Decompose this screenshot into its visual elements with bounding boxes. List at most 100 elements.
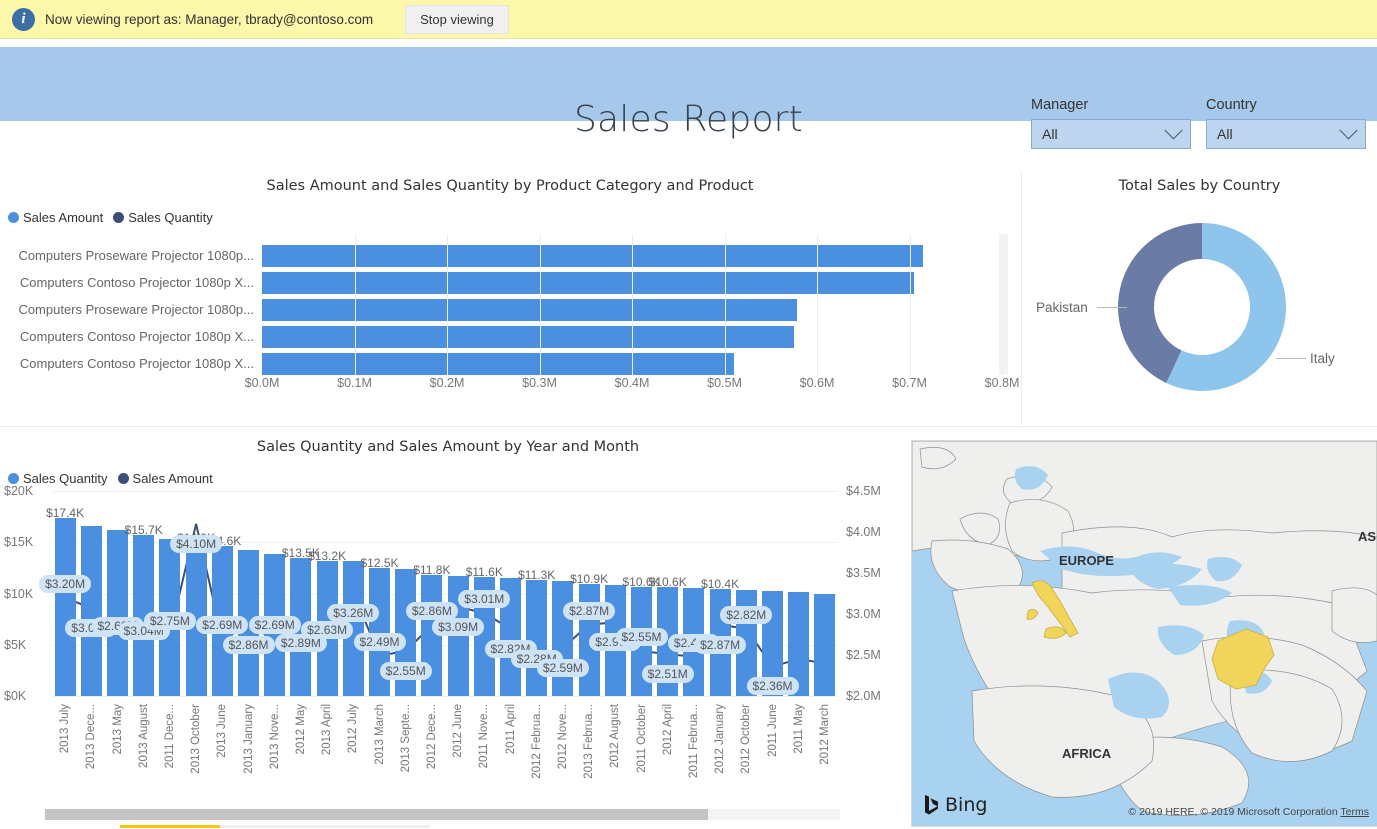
combo-bar[interactable] [526, 580, 548, 696]
combo-x-category: 2011 April [504, 704, 517, 755]
combo-x-category: 2011 June [766, 704, 779, 757]
bar-axis-tick: $0.7M [892, 376, 927, 390]
combo-x-category: 2013 January [242, 704, 255, 774]
slicer-country-dropdown[interactable]: All [1206, 119, 1366, 149]
report-canvas: Sales Report Manager All Country All Sal… [0, 39, 1377, 829]
gridline [1002, 234, 1003, 376]
gridline [52, 696, 838, 697]
bar-track [262, 352, 1020, 375]
combo-quantity-label: $12.5K [360, 555, 399, 570]
legend-label: Sales Quantity [128, 210, 213, 225]
donut-chart-plot: Pakistan Italy [1022, 202, 1377, 422]
stop-viewing-button[interactable]: Stop viewing [405, 4, 509, 34]
legend-label: Sales Amount [23, 210, 104, 225]
donut-chart-title: Total Sales by Country [1118, 178, 1281, 194]
map-graphic [912, 441, 1377, 826]
info-icon: i [12, 7, 35, 31]
bar-fill[interactable] [262, 325, 794, 348]
bar-axis-tick: $0.4M [614, 376, 650, 390]
map-attribution-text: © 2019 HERE, © 2019 Microsoft Corporatio… [1128, 806, 1338, 818]
legend-dot-icon [117, 473, 129, 484]
bing-logo-text: Bing [945, 794, 988, 816]
bar-chart-scrollbar[interactable] [999, 234, 1008, 374]
combo-bar[interactable] [54, 517, 76, 696]
combo-x-category: 2012 June [452, 704, 465, 758]
impersonation-message: Now viewing report as: Manager, tbrady@c… [45, 11, 374, 27]
combo-x-category: 2013 Dece... [85, 704, 98, 770]
combo-amount-label: $2.49M [353, 632, 406, 651]
page-progress-fill [120, 825, 220, 828]
legend-label: Sales Amount [132, 471, 213, 486]
combo-x-category: 2012 October [740, 704, 753, 774]
bar-axis-tick: $0.2M [429, 376, 465, 390]
legend-item-sales-quantity[interactable]: Sales Quantity [113, 210, 213, 225]
bar-chart-row[interactable]: Computers Contoso Projector 1080p X... [0, 350, 1020, 377]
map-visual[interactable]: EUROPE AFRICA AS Bing © 2019 HERE, © 201… [911, 440, 1377, 827]
map-terms-link[interactable]: Terms [1340, 806, 1369, 818]
bar-axis-tick: $0.8M [984, 376, 1020, 390]
bar-track [262, 244, 1020, 267]
combo-x-category: 2013 May [111, 704, 124, 755]
donut-chart-visual[interactable]: Total Sales by Country Pakistan Italy [1022, 172, 1377, 425]
combo-x-category: 2012 January [714, 704, 727, 774]
combo-amount-label: $2.87M [563, 601, 616, 620]
bar-fill[interactable] [262, 298, 797, 321]
bar-chart-row[interactable]: Computers Proseware Projector 1080p... [0, 242, 1020, 269]
combo-amount-label: $3.20M [39, 574, 92, 593]
combo-x-category: 2012 Nove... [556, 704, 569, 770]
donut-label-pakistan: Pakistan [1036, 300, 1088, 315]
combo-x-category: 2013 Februa... [583, 704, 596, 779]
combo-amount-label: $3.26M [327, 603, 380, 622]
map-label-europe: EUROPE [1059, 553, 1114, 568]
bar-track [262, 271, 1020, 294]
combo-bar[interactable] [814, 593, 836, 696]
combo-amount-label: $3.01M [458, 590, 511, 609]
combo-chart-visual[interactable]: Sales Quantity and Sales Amount by Year … [0, 429, 900, 829]
combo-chart-plot [52, 491, 838, 696]
combo-x-category: 2013 March [373, 704, 386, 765]
combo-quantity-label: $10.6K [648, 575, 687, 590]
bar-chart-legend[interactable]: Sales Amount Sales Quantity [8, 210, 219, 225]
combo-amount-label: $2.55M [615, 627, 668, 646]
legend-item-sales-amount[interactable]: Sales Amount [117, 471, 213, 486]
bar-chart-row[interactable]: Computers Proseware Projector 1080p... [0, 296, 1020, 323]
combo-bar[interactable] [80, 525, 102, 696]
combo-y-tick: $20K [4, 484, 34, 498]
bar-axis-tick: $0.5M [707, 376, 742, 390]
bar-fill[interactable] [262, 244, 924, 267]
combo-amount-label: $2.82M [720, 605, 773, 624]
combo-chart-scrollbar-thumb[interactable] [45, 809, 708, 820]
combo-amount-label: $2.36M [746, 677, 799, 696]
combo-amount-label: $2.63M [301, 621, 354, 640]
gridline [909, 234, 911, 376]
combo-y2-tick: $3.5M [846, 566, 881, 580]
combo-quantity-label: $11.3K [518, 568, 556, 583]
bar-category-label: Computers Contoso Projector 1080p X... [19, 329, 254, 344]
combo-x-category: 2012 March [818, 704, 831, 765]
bar-chart-title: Sales Amount and Sales Quantity by Produ… [266, 178, 754, 194]
card-divider [0, 426, 1377, 427]
bar-chart-row[interactable]: Computers Contoso Projector 1080p X... [0, 323, 1020, 350]
combo-x-category: 2013 Septe... [399, 704, 412, 773]
bar-fill[interactable] [262, 352, 734, 375]
combo-x-category: 2011 October [635, 704, 648, 773]
combo-amount-label: $2.55M [379, 661, 432, 680]
slicer-manager-dropdown[interactable]: All [1031, 119, 1191, 149]
bar-chart-row[interactable]: Computers Contoso Projector 1080p X... [0, 269, 1020, 296]
combo-chart-legend[interactable]: Sales Quantity Sales Amount [8, 471, 219, 486]
combo-quantity-label: $10.4K [701, 577, 740, 592]
combo-quantity-label: $10.9K [570, 572, 609, 587]
bar-track [262, 298, 1020, 321]
legend-item-sales-amount[interactable]: Sales Amount [8, 210, 103, 225]
bing-logo[interactable]: Bing [924, 794, 987, 816]
gridline [539, 234, 541, 376]
combo-y-tick: $0K [4, 689, 27, 703]
combo-bar[interactable] [552, 581, 574, 696]
bar-axis-tick: $0.0M [244, 376, 280, 390]
combo-y-tick: $10K [4, 586, 34, 601]
donut-leader-line [1276, 358, 1306, 359]
combo-bar[interactable] [107, 529, 128, 696]
legend-dot-icon [8, 473, 19, 484]
bar-chart-visual[interactable]: Sales Amount and Sales Quantity by Produ… [0, 172, 1020, 425]
bar-category-label: Computers Proseware Projector 1080p... [18, 302, 254, 317]
